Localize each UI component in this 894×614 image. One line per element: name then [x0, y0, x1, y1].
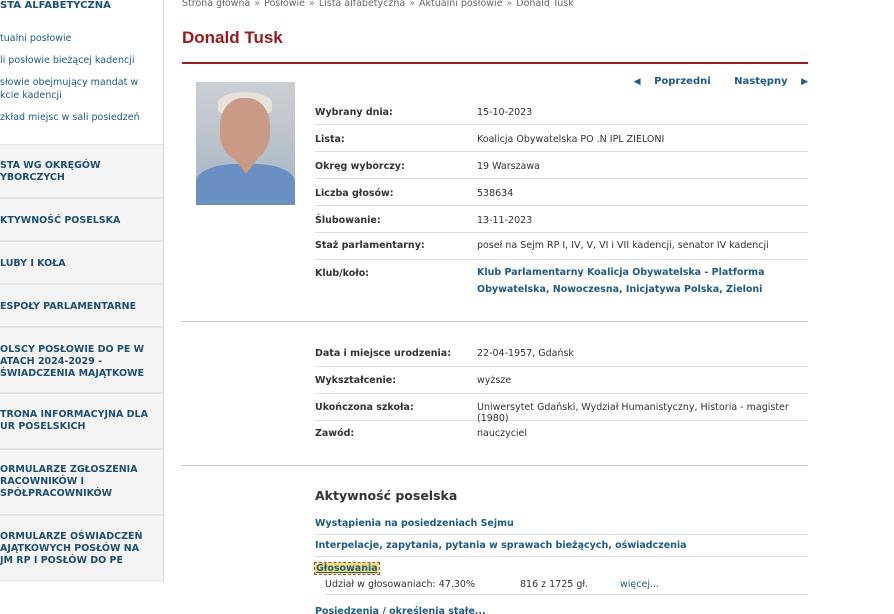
sidebar-item-activity[interactable]: KTYWNOŚĆ POSELSKA	[0, 198, 163, 241]
sidebar-link-mandate-during-term[interactable]: słowie obejmujący mandat w	[0, 76, 160, 89]
sidebar-item-districts[interactable]: STA WG OKRĘGÓW YBORCZYCH	[0, 144, 163, 198]
interpellations-link[interactable]: Interpelacje, zapytania, pytania w spraw…	[315, 540, 808, 557]
sidebar-link-former-mps[interactable]: li posłowie bieżącej kadencji	[0, 54, 160, 67]
speeches-link[interactable]: Wystąpienia na posiedzeniach Sejmu	[315, 518, 808, 535]
prev-next-nav: ◀ Poprzedni Następny ▶	[614, 76, 808, 87]
sidebar-item-asset-forms[interactable]: ORMULARZE OŚWIADCZEŃ AJĄTKOWYCH POSŁÓW N…	[0, 515, 163, 581]
info-row-district: Okręg wyborczy: 19 Warszawa	[315, 152, 808, 179]
info-row-education: Wykształcenie: wyższe	[315, 367, 808, 394]
prev-button[interactable]: ◀ Poprzedni	[624, 76, 711, 87]
breadcrumb-current-mps[interactable]: Aktualni posłowie	[419, 0, 502, 9]
voting-link[interactable]: Głosowania	[314, 562, 380, 575]
cut-off-link[interactable]: Posiedzenia / określenia stałe...	[315, 606, 486, 614]
breadcrumb-home[interactable]: Strona główna	[182, 0, 250, 9]
breadcrumb-current: Donald Tusk	[516, 0, 574, 9]
sidebar: STA ALFABETYCZNA tualni posłowie li posł…	[0, 0, 164, 582]
breadcrumb-mps[interactable]: Posłowie	[264, 0, 305, 9]
info-row-oath: Ślubowanie: 13-11-2023	[315, 206, 808, 233]
info-row-list: Lista: Koalicja Obywatelska PO .N IPL ZIE…	[315, 125, 808, 152]
arrow-left-icon: ◀	[633, 77, 641, 87]
sidebar-item-office-info[interactable]: TRONA INFORMACYJNA DLA UR POSELSKICH	[0, 393, 163, 449]
section-divider	[182, 321, 808, 322]
voting-more-link[interactable]: więcej...	[620, 579, 659, 590]
info-row-school: Ukończona szkoła: Uniwersytet Gdański, Wy…	[315, 394, 808, 424]
breadcrumb-separator: »	[506, 0, 513, 9]
mp-photo	[196, 82, 295, 205]
sidebar-item-ep-declarations[interactable]: OLSCY POSŁOWIE DO PE W ATACH 2024-2029 -…	[0, 327, 163, 393]
breadcrumb-separator: »	[309, 0, 315, 9]
main-content: Strona główna» Posłowie» Lista alfabetyczn…	[182, 0, 808, 614]
info-row-club: Klub/koło: Klub Parlamentarny Koalicja Ob…	[315, 260, 808, 304]
info-row-seniority: Staż parlamentarny: poseł na Sejm RP I, I…	[315, 233, 808, 260]
voting-stats-row: Udział w głosowaniach: 47.30% 816 z 1725…	[325, 579, 808, 595]
sidebar-item-staff-forms[interactable]: ORMULARZE ZGŁOSZENIA RACOWNIKÓW I SPÓŁPR…	[0, 449, 163, 515]
sidebar-link-seating-plan[interactable]: zkład miejsc w sali posiedzeń	[0, 111, 160, 124]
club-link[interactable]: Klub Parlamentarny Koalicja Obywatelska …	[477, 264, 777, 298]
sidebar-link-mandate-during-term-cont[interactable]: kcie kadencji	[0, 89, 160, 102]
info-row-votes: Liczba głosów: 538634	[315, 179, 808, 206]
breadcrumb-alphabetical[interactable]: Lista alfabetyczna	[319, 0, 405, 9]
breadcrumb: Strona główna» Posłowie» Lista alfabetyczn…	[182, 0, 574, 9]
voting-count: 816 z 1725 gł.	[520, 579, 589, 590]
arrow-right-icon: ▶	[801, 77, 808, 87]
sidebar-item-clubs[interactable]: LUBY I KOŁA	[0, 241, 163, 284]
voting-share: Udział w głosowaniach: 47.30%	[325, 579, 476, 590]
section-divider	[182, 465, 808, 466]
sidebar-item-teams[interactable]: ESPOŁY PARLAMENTARNE	[0, 284, 163, 327]
info-row-profession: Zawód: nauczyciel	[315, 428, 528, 439]
sidebar-section-title[interactable]: STA ALFABETYCZNA	[0, 0, 163, 16]
next-button[interactable]: Następny ▶	[724, 76, 808, 87]
info-row-birth: Data i miejsce urodzenia: 22-04-1957, Gda…	[315, 340, 808, 367]
info-row-elected: Wybrany dnia: 15-10-2023	[315, 98, 808, 125]
sidebar-link-current-mps[interactable]: tualni posłowie	[0, 32, 160, 45]
breadcrumb-separator: »	[409, 0, 415, 9]
page-title: Donald Tusk	[182, 28, 283, 47]
title-divider	[182, 62, 808, 64]
breadcrumb-separator: »	[254, 0, 261, 9]
activity-heading: Aktywność poselska	[315, 488, 458, 503]
